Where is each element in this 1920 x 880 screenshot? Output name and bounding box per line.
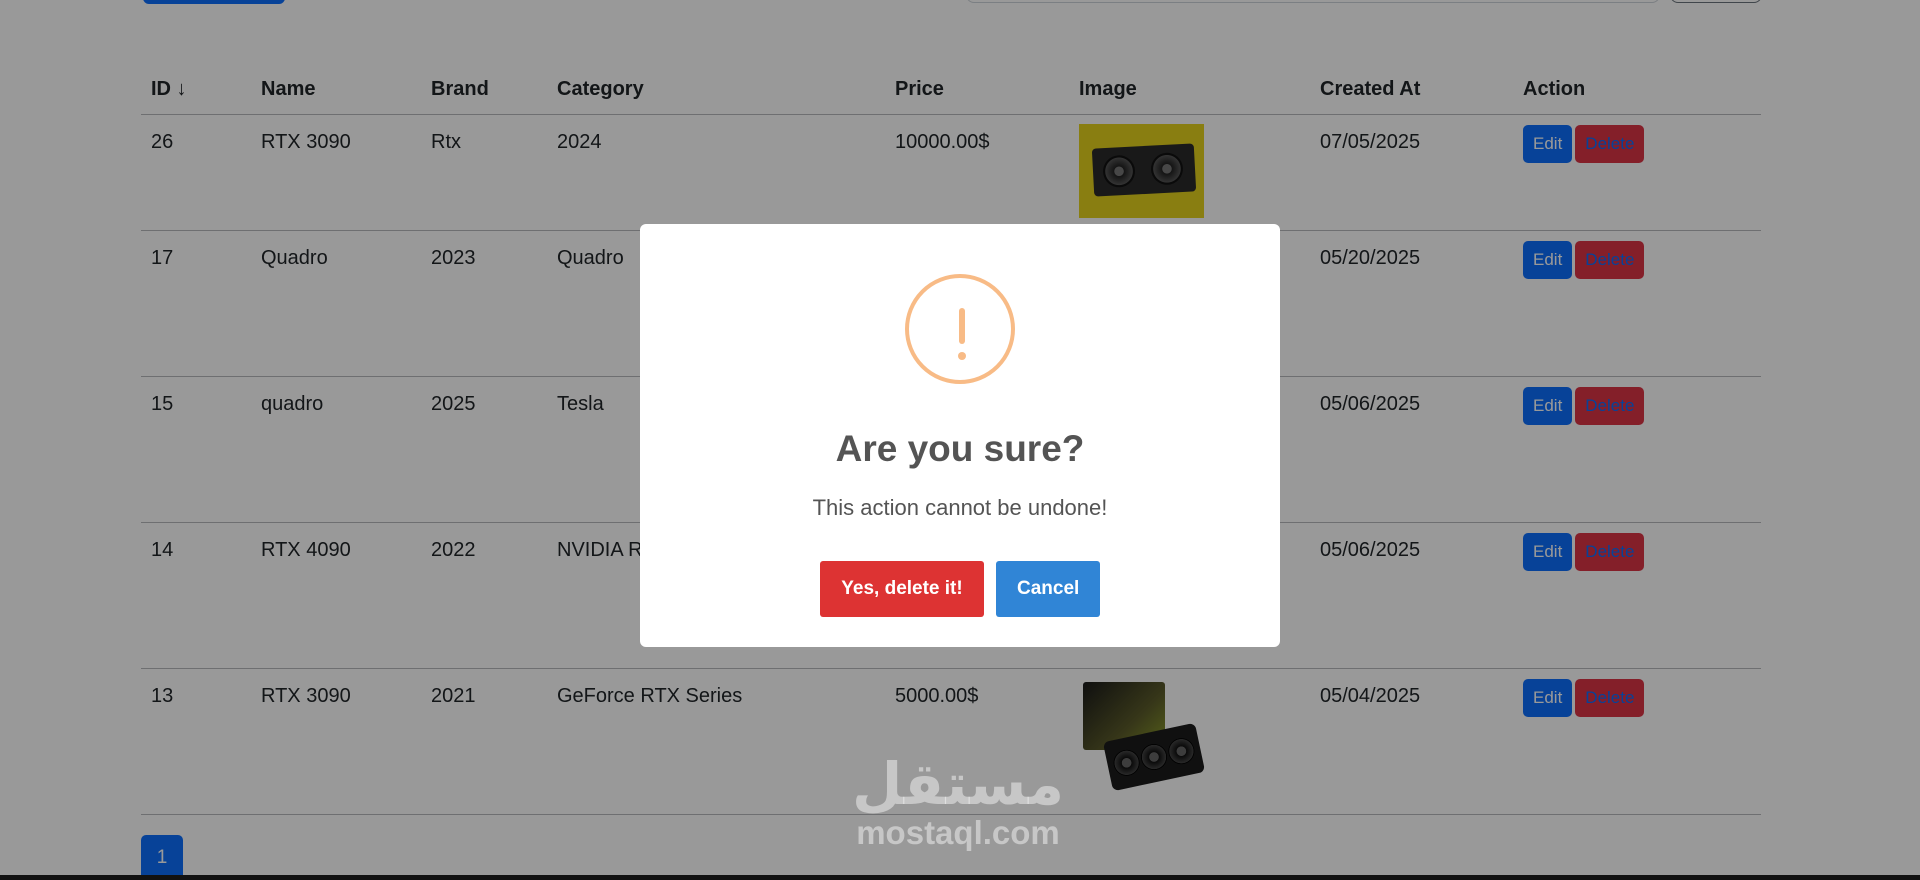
confirm-dialog: Are you sure? This action cannot be undo… xyxy=(640,224,1280,647)
watermark-logo: مستقل mostaql.com xyxy=(843,753,1073,851)
confirm-delete-button[interactable]: Yes, delete it! xyxy=(820,561,984,617)
dialog-title: Are you sure? xyxy=(835,428,1085,469)
watermark-arabic: مستقل xyxy=(851,750,1065,818)
cancel-button[interactable]: Cancel xyxy=(996,561,1100,617)
watermark-latin: mostaql.com xyxy=(856,814,1060,851)
dialog-text: This action cannot be undone! xyxy=(812,495,1108,520)
warning-icon xyxy=(905,274,1015,384)
dialog-actions: Yes, delete it! Cancel xyxy=(640,561,1280,617)
